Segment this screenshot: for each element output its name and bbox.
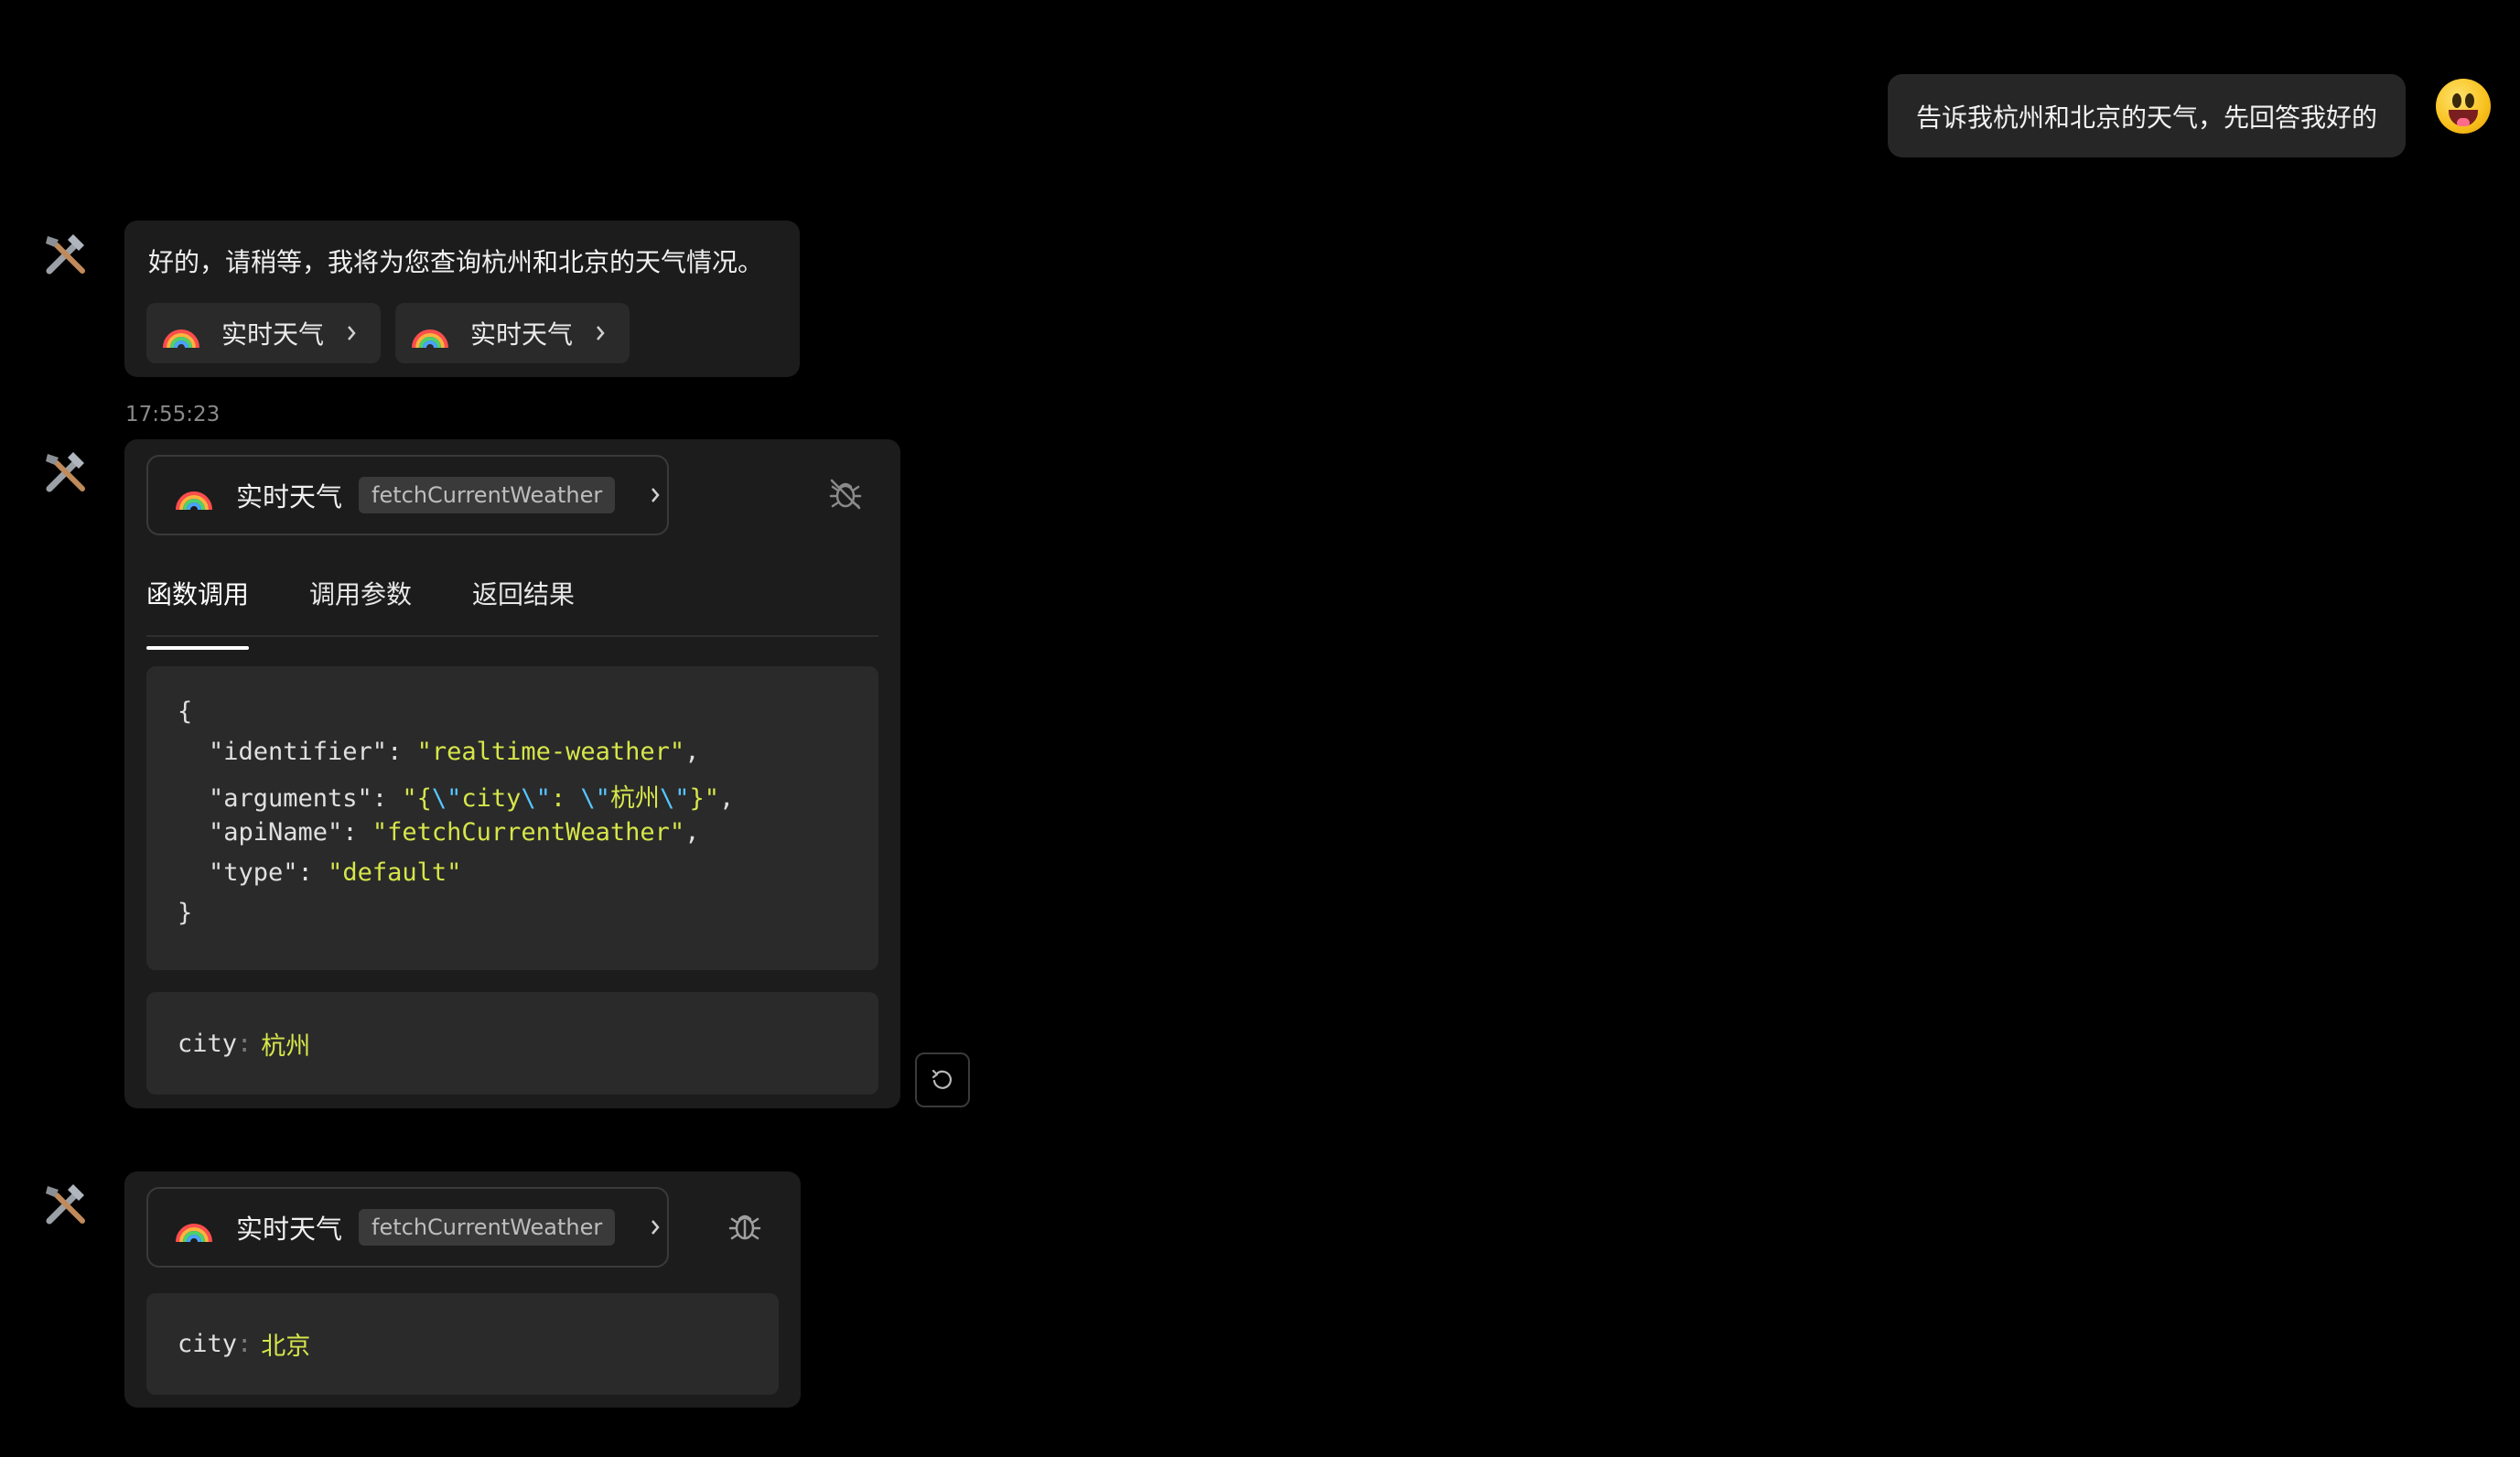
arg-colon: : [237, 1029, 253, 1058]
tools-avatar-icon [46, 452, 85, 492]
json-string-value: "fetchCurrentWeather" [372, 818, 685, 847]
json-close-brace: } [178, 899, 193, 927]
json-line-identifier: "identifier": "realtime-weather", [209, 738, 700, 766]
arg-value: 北京 [261, 1333, 311, 1361]
plugin-chip-weather-1[interactable]: 实时天气 [146, 303, 381, 363]
tool-header-2[interactable]: 实时天气 fetchCurrentWeather [146, 1187, 669, 1268]
user-avatar[interactable] [2436, 79, 2491, 134]
plugin-chip-label: 实时天气 [470, 319, 574, 350]
tool-name: 实时天气 [236, 481, 343, 513]
plugin-chip-weather-2[interactable]: 实时天气 [395, 303, 630, 363]
json-line-apiname: "apiName": "fetchCurrentWeather", [209, 818, 700, 847]
json-line-arguments: "arguments": "{\"city\": \"杭州\"}", [209, 784, 735, 813]
tab-function-call[interactable]: 函数调用 [146, 575, 250, 650]
tool-tabs: 函数调用 调用参数 返回结果 [146, 575, 635, 650]
retry-button[interactable] [915, 1052, 970, 1107]
rainbow-icon [412, 329, 448, 349]
tool-arguments-2: city: 北京 [146, 1293, 779, 1395]
arg-value: 杭州 [261, 1031, 311, 1061]
debug-off-icon[interactable] [827, 476, 864, 513]
debug-icon[interactable] [727, 1208, 763, 1245]
json-line-type: "type": "default" [209, 858, 462, 887]
message-timestamp: 17:55:23 [125, 403, 221, 426]
tool-arguments-1: city: 杭州 [146, 992, 878, 1095]
chevron-right-icon [652, 1220, 660, 1235]
chevron-right-icon [597, 326, 605, 340]
tools-avatar-icon [46, 1184, 85, 1225]
json-string-value: "realtime-weather" [416, 738, 685, 766]
tool-header-1[interactable]: 实时天气 fetchCurrentWeather [146, 455, 669, 535]
tools-avatar-icon [46, 234, 85, 275]
json-string-value: "{\"city\": \"杭州\"}" [402, 784, 719, 813]
json-string-value: "default" [328, 858, 462, 887]
assistant-reply-bubble: 好的，请稍等，我将为您查询杭州和北京的天气情况。 实时天气 实时天气 [124, 221, 800, 377]
rainbow-icon [176, 491, 212, 511]
tool-name: 实时天气 [236, 1214, 343, 1245]
rainbow-icon [163, 329, 199, 349]
function-call-code-block: { "identifier": "realtime-weather", "arg… [146, 666, 878, 970]
arg-key: city [178, 1029, 238, 1058]
json-key: "identifier" [209, 738, 388, 766]
plugin-chip-label: 实时天气 [221, 319, 325, 350]
user-message-bubble: 告诉我杭州和北京的天气，先回答我好的 [1888, 74, 2406, 157]
refresh-icon [932, 1069, 952, 1089]
rainbow-icon [176, 1224, 212, 1243]
assistant-reply-text: 好的，请稍等，我将为您查询杭州和北京的天气情况。 [148, 247, 764, 277]
tab-call-params[interactable]: 调用参数 [309, 575, 412, 611]
json-open-brace: { [178, 697, 193, 726]
json-key: "apiName" [209, 818, 343, 847]
chevron-right-icon [652, 488, 660, 502]
chevron-right-icon [348, 326, 356, 340]
json-key: "arguments" [209, 784, 372, 813]
tool-api-name: fetchCurrentWeather [359, 1209, 616, 1246]
user-message-text: 告诉我杭州和北京的天气，先回答我好的 [1915, 102, 2377, 133]
tab-divider [146, 635, 878, 637]
tool-api-name: fetchCurrentWeather [359, 477, 616, 513]
tab-return-result[interactable]: 返回结果 [472, 575, 575, 611]
arg-key: city [178, 1330, 238, 1358]
json-key: "type" [209, 858, 298, 887]
arg-colon: : [237, 1330, 253, 1358]
